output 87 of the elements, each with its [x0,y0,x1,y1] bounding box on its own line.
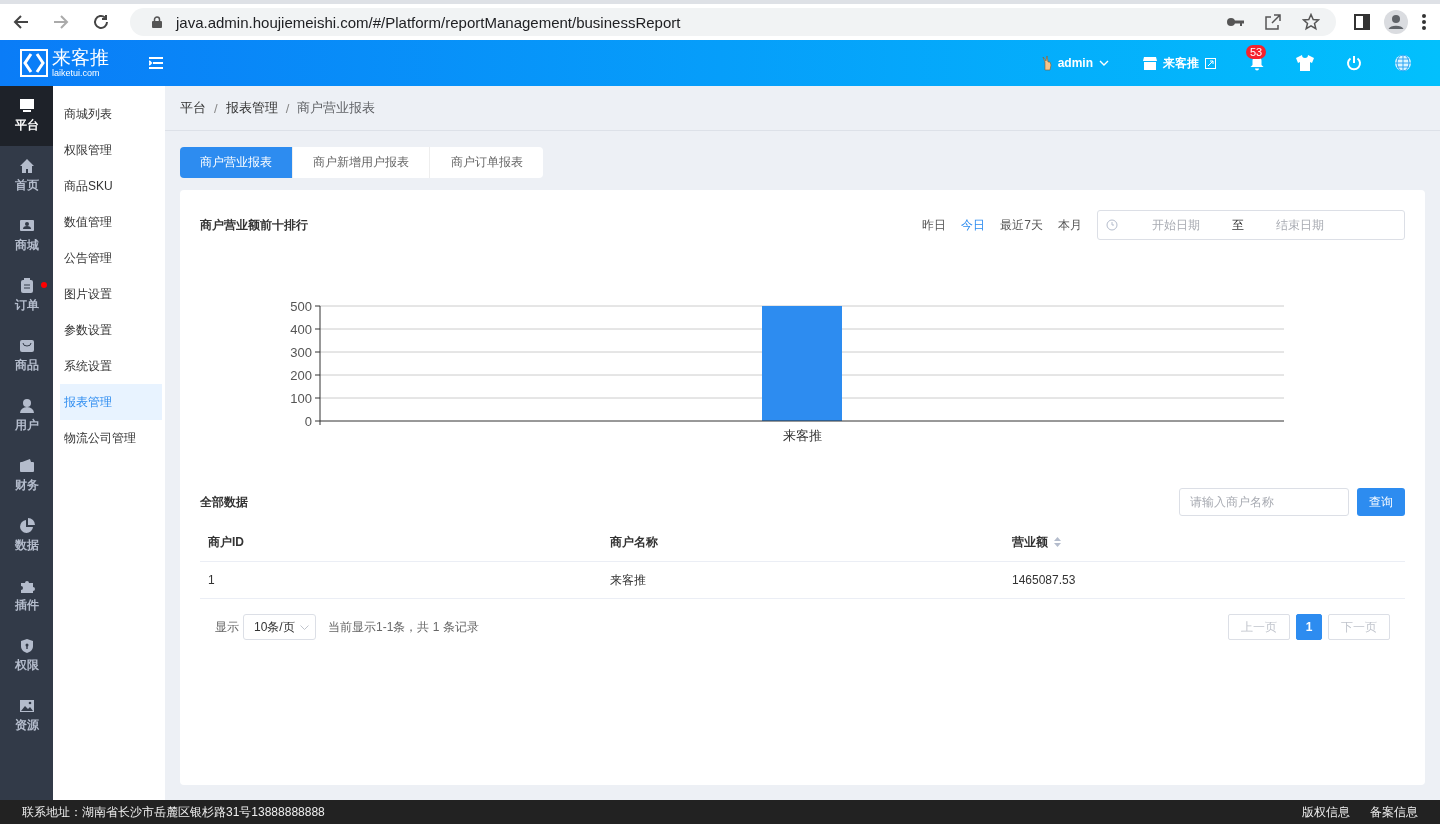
address-bar[interactable]: java.admin.houjiemeishi.com/#/Platform/reportManagement/businessReport [130,8,1336,36]
logo-subtext: laiketui.com [52,69,101,78]
breadcrumb-separator: / [214,100,218,116]
menu-icon[interactable] [1422,14,1426,30]
submenu-item[interactable]: 物流公司管理 [60,420,162,456]
side-panel-icon[interactable] [1354,14,1370,30]
key-icon[interactable] [1226,17,1244,27]
date-shortcut-link[interactable]: 昨日 [922,216,947,234]
storefront-icon [18,218,35,234]
logo-icon [20,49,48,77]
y-tick-label: 200 [290,368,312,383]
shield-icon [18,638,35,654]
table-cell-text: 1465087.53 [1011,573,1077,587]
nav-rail-item[interactable]: 商品 [0,326,53,386]
nav-rail-item[interactable]: 插件 [0,566,53,626]
y-tick-label: 500 [290,299,312,314]
breadcrumb-item[interactable]: 平台 [180,99,206,117]
submenu-item[interactable]: 权限管理 [60,132,162,168]
merchant-search-field[interactable]: 请输入商户名称 [1179,488,1349,516]
footer-link[interactable]: 版权信息 [1302,803,1350,821]
submenu-item[interactable]: 数值管理 [60,204,162,240]
monitor-icon [18,98,35,114]
home-icon [18,158,35,174]
page-size-label: 显示 [215,618,239,636]
user-icon [18,398,35,414]
breadcrumb-item: 商户营业报表 [297,99,376,117]
notification-badge: 53 [1246,45,1267,59]
nav-rail-item[interactable]: 平台 [0,86,53,146]
report-tab[interactable]: 商户订单报表 [430,147,543,178]
star-icon[interactable] [1302,13,1320,31]
submenu-item[interactable]: 商城列表 [60,96,162,132]
logo-text: 来客推 [52,48,109,67]
submenu-item[interactable]: 参数设置 [60,312,162,348]
nav-rail-item[interactable]: 商城 [0,206,53,266]
wallet-icon [18,458,35,474]
nav-rail-item[interactable]: 订单 [0,266,53,326]
nav-rail-item[interactable]: 资源 [0,686,53,746]
clipboard-icon [18,278,35,294]
submenu-item[interactable]: 商品SKU [60,168,162,204]
profile-icon[interactable] [1384,10,1408,34]
page-size-select[interactable]: 10条/页 [243,614,316,640]
breadcrumb-item[interactable]: 报表管理 [225,99,278,117]
y-tick-label: 300 [290,345,312,360]
y-tick-label: 100 [290,391,312,406]
nav-rail-item[interactable]: 数据 [0,506,53,566]
column-header: 商户ID [207,533,245,551]
chart-title: 商户营业额前十排行 [200,216,308,234]
bag-icon [18,338,35,354]
chevron-down-icon [1099,60,1109,66]
table-cell-text: 来客推 [609,571,647,589]
nav-rail-item[interactable]: 权限 [0,626,53,686]
url-text: java.admin.houjiemeishi.com/#/Platform/reportManagement/businessReport [176,13,681,31]
external-link-icon [1205,57,1216,69]
record-summary: 当前显示1-1条，共 1 条记录 [328,618,479,636]
section-title: 全部数据 [200,493,248,511]
nav-rail-item[interactable]: 用户 [0,386,53,446]
menu-toggle-icon[interactable] [149,57,163,69]
clock-icon [1106,219,1118,231]
column-header[interactable]: 营业额 [1004,533,1405,551]
lock-icon [152,16,162,28]
reload-icon[interactable] [92,13,110,31]
x-category-label: 来客推 [782,428,822,443]
hand-icon [1041,55,1052,71]
submenu-item[interactable]: 图片设置 [60,276,162,312]
submenu-item[interactable]: 系统设置 [60,348,162,384]
y-tick-label: 400 [290,322,312,337]
report-tab[interactable]: 商户新增用户报表 [293,147,430,178]
pie-chart-icon [18,518,35,534]
puzzle-icon [18,578,35,594]
submenu-item[interactable]: 公告管理 [60,240,162,276]
y-tick-label: 0 [304,414,312,429]
contact-address: 联系地址：湖南省长沙市岳麓区银杉路31号13888888888 [22,803,325,821]
column-header: 商户名称 [609,533,659,551]
footer-link[interactable]: 备案信息 [1370,803,1418,821]
store-icon [1143,56,1157,70]
chevron-down-icon [300,624,309,630]
share-icon[interactable] [1264,14,1282,30]
date-shortcut-link[interactable]: 最近7天 [1000,216,1043,234]
image-icon [18,698,35,714]
date-range-field[interactable]: 开始日期 至 结束日期 [1097,210,1405,240]
date-shortcut-link[interactable]: 本月 [1058,216,1082,234]
breadcrumb-separator: / [285,100,290,116]
back-icon[interactable] [12,13,30,31]
date-shortcut-link[interactable]: 今日 [961,216,986,234]
table-cell-text: 1 [207,573,216,587]
nav-rail-item[interactable]: 财务 [0,446,53,506]
nav-rail-item[interactable]: 首页 [0,146,53,206]
